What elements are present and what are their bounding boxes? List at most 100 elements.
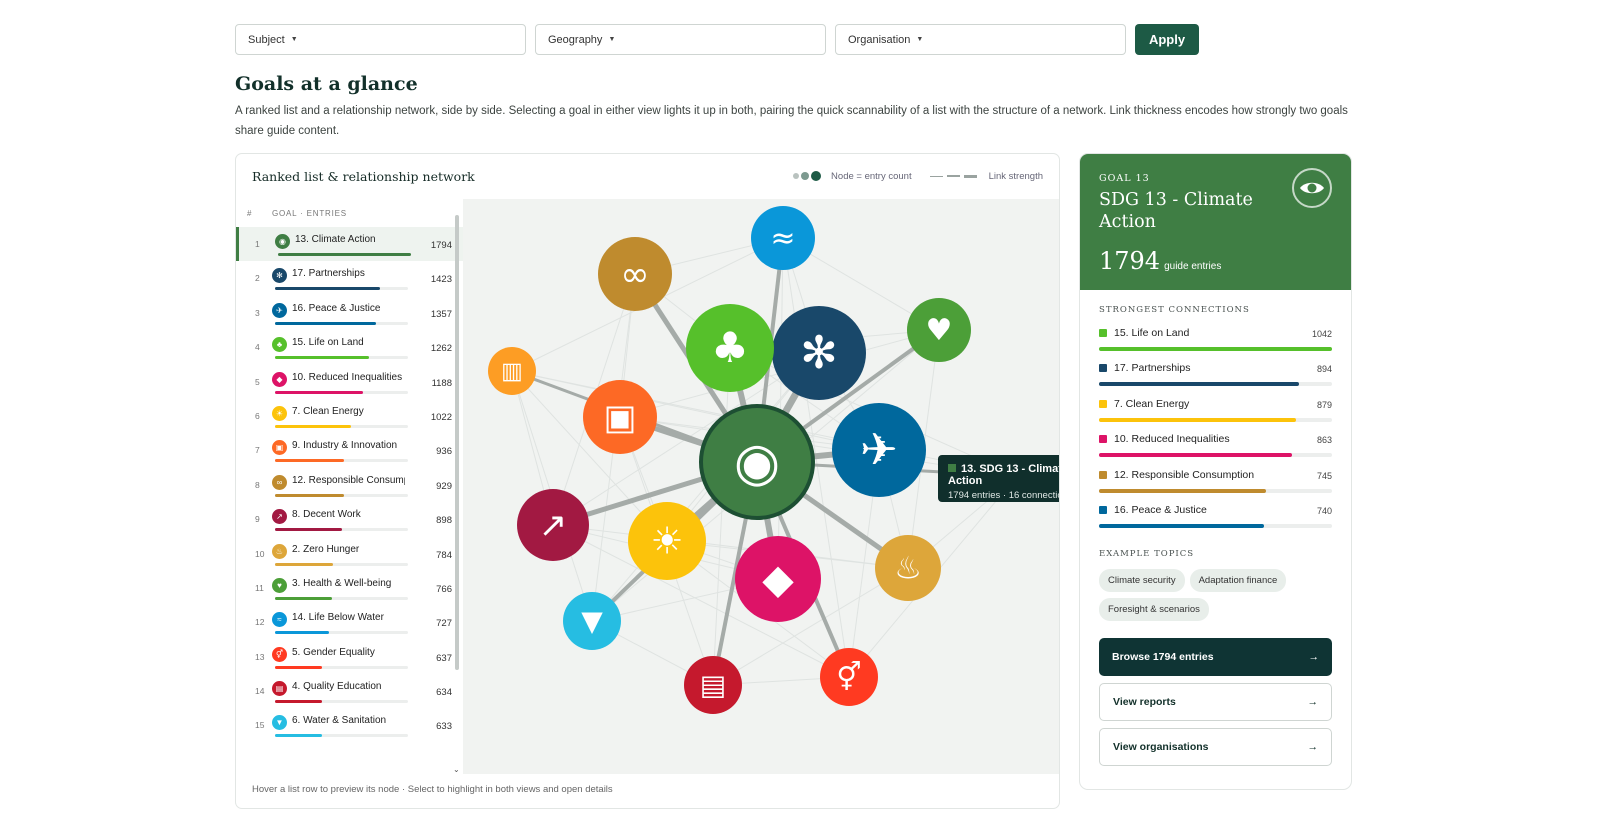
network-node[interactable]: ✈ xyxy=(832,403,926,497)
network-node[interactable]: ♥ xyxy=(907,298,971,362)
row-bar-fill xyxy=(275,562,334,566)
topic-tag[interactable]: Adaptation finance xyxy=(1189,569,1287,593)
link-strength-legend-icon xyxy=(929,171,981,182)
connection-bar-track xyxy=(1099,417,1332,422)
connection-swatch xyxy=(1099,364,1107,373)
list-row[interactable]: 9 ↗ 8. Decent Work 898 xyxy=(236,502,463,536)
network-node[interactable]: ▥ xyxy=(488,347,536,395)
scrollbar-thumb[interactable] xyxy=(455,215,459,670)
list-row[interactable]: 13 ⚥ 5. Gender Equality 637 xyxy=(236,640,463,674)
connections-heading: STRONGEST CONNECTIONS xyxy=(1099,305,1250,315)
row-bar-fill xyxy=(275,356,369,360)
connection-swatch xyxy=(1099,470,1107,479)
node-icon: ▼ xyxy=(581,604,603,637)
connection-value: 740 xyxy=(1316,505,1332,516)
row-label: 3. Health & Well-being xyxy=(292,577,392,589)
network-node[interactable]: ≈ xyxy=(751,206,815,270)
network-node[interactable]: ▤ xyxy=(684,656,742,714)
topics-heading: EXAMPLE TOPICS xyxy=(1099,549,1195,560)
row-rank: 2 xyxy=(255,273,260,284)
network-node[interactable]: ◆ xyxy=(735,536,821,622)
legend: Node = entry count Link strength xyxy=(793,171,1043,182)
goal-icon: ∞ xyxy=(272,474,287,490)
row-count: 1022 xyxy=(430,411,452,423)
apply-button[interactable]: Apply xyxy=(1135,24,1199,55)
list-scrollbar[interactable]: ⌄ xyxy=(453,199,460,774)
list-row[interactable]: 12 ≈14. Life Below Water 727 xyxy=(236,605,463,639)
connection-item[interactable]: 17. Partnerships 894 xyxy=(1080,358,1351,393)
row-bar-fill xyxy=(275,734,322,738)
list-row[interactable]: 5 ◆ 10. Reduced Inequalities 1188 xyxy=(236,365,463,399)
row-bar-fill xyxy=(275,390,364,394)
tooltip-title: 13. SDG 13 - Climate Action xyxy=(948,463,1060,487)
connection-item[interactable]: 15. Life on Land 1042 xyxy=(1080,323,1351,358)
list-row[interactable]: 8 ∞ 12. Responsible Consumption 929 xyxy=(236,468,463,502)
organisation-select[interactable]: Organisation ▼ xyxy=(835,24,1126,55)
connection-bar-fill xyxy=(1099,417,1296,422)
goal-icon: ▤ xyxy=(272,681,287,697)
connection-item[interactable]: 10. Reduced Inequalities 863 xyxy=(1080,429,1351,464)
connection-item[interactable]: 7. Clean Energy 879 xyxy=(1080,394,1351,429)
browse-entries-button[interactable]: Browse 1794 entries → xyxy=(1099,638,1332,677)
network-node[interactable]: ☀ xyxy=(628,502,706,580)
row-rank: 3 xyxy=(255,307,260,318)
connection-label: 10. Reduced Inequalities xyxy=(1114,433,1230,446)
connection-item[interactable]: 16. Peace & Justice 740 xyxy=(1080,500,1351,535)
geography-select[interactable]: Geography ▼ xyxy=(535,24,826,55)
network-node[interactable]: ∞ xyxy=(598,237,672,311)
browse-entries-label: Browse 1794 entries xyxy=(1112,651,1214,664)
goal-detail-header: GOAL 13 SDG 13 - Climate Action 1794 guid… xyxy=(1080,154,1351,290)
filter-bar: Subject ▼ Geography ▼ Organisation ▼ Apply xyxy=(235,24,1199,55)
list-row[interactable]: 1 ◉ 13. Climate Action 1794 xyxy=(236,227,463,262)
connection-value: 879 xyxy=(1316,399,1332,410)
network-node[interactable]: ▣ xyxy=(583,380,657,454)
subject-select[interactable]: Subject ▼ xyxy=(235,24,526,55)
list-row[interactable]: 15 ▼ 6. Water & Sanitation 633 xyxy=(236,708,463,742)
list-row[interactable]: 6 ☀ 7. Clean Energy 1022 xyxy=(236,399,463,433)
network-node[interactable]: ↗ xyxy=(517,489,589,561)
goal-title: SDG 13 - Climate Action xyxy=(1099,190,1253,232)
row-bar-fill xyxy=(275,424,351,428)
goal-icon: ✻ xyxy=(272,268,287,284)
row-label: 8. Decent Work xyxy=(292,509,361,521)
row-bar-track xyxy=(275,562,408,566)
list-row[interactable]: 14 ▤ 4. Quality Education 634 xyxy=(236,674,463,708)
scroll-down-icon[interactable]: ⌄ xyxy=(453,765,460,774)
connection-item[interactable]: 12. Responsible Consumption 745 xyxy=(1080,465,1351,500)
network-node[interactable]: ⚥ xyxy=(820,648,878,706)
list-row[interactable]: 10 ♨ 2. Zero Hunger 784 xyxy=(236,537,463,571)
network-node[interactable]: ♨ xyxy=(875,535,941,601)
list-row[interactable]: 4 ♣ 15. Life on Land 1262 xyxy=(236,330,463,364)
row-rank: 1 xyxy=(255,239,260,249)
row-label: 4. Quality Education xyxy=(292,681,382,693)
network-node[interactable]: ▼ xyxy=(563,592,621,650)
goal-icon: ↗ xyxy=(272,509,287,525)
topic-tag[interactable]: Climate security xyxy=(1099,569,1185,593)
connection-bar-track xyxy=(1099,488,1332,493)
connection-bar-track xyxy=(1099,523,1332,528)
connection-label: 16. Peace & Justice xyxy=(1114,503,1207,516)
node-icon: ≈ xyxy=(770,221,795,256)
network-node[interactable]: ✻ xyxy=(772,306,866,400)
list-row[interactable]: 7 ▣ 9. Industry & Innovation 936 xyxy=(236,433,463,467)
row-rank: 14 xyxy=(255,686,265,697)
topic-tag[interactable]: Foresight & scenarios xyxy=(1099,598,1209,622)
list-row[interactable]: 11 ♥ 3. Health & Well-being 766 xyxy=(236,571,463,605)
connection-name: 17. Partnerships xyxy=(1099,358,1332,374)
ranked-network-card: Ranked list & relationship network Node … xyxy=(235,153,1060,809)
node-icon: ✻ xyxy=(800,326,838,379)
view-organisations-button[interactable]: View organisations → xyxy=(1099,728,1332,767)
list-row[interactable]: 2 ✻ 17. Partnerships 1423 xyxy=(236,261,463,295)
list-row[interactable]: 3 ✈ 16. Peace & Justice 1357 xyxy=(236,296,463,330)
node-icon: ✈ xyxy=(860,423,898,476)
row-label: 16. Peace & Justice xyxy=(292,302,381,314)
subject-select-label: Subject xyxy=(248,33,285,46)
list-header: # GOAL · ENTRIES xyxy=(236,199,463,227)
row-label: 10. Reduced Inequalities xyxy=(292,371,403,383)
row-count: 1188 xyxy=(431,377,452,389)
row-bar-fill xyxy=(275,631,329,635)
view-reports-button[interactable]: View reports → xyxy=(1099,683,1332,722)
entries-label: guide entries xyxy=(1164,261,1222,272)
network-node[interactable]: ♣ xyxy=(686,304,774,392)
network-node[interactable]: ◉ xyxy=(699,404,815,520)
